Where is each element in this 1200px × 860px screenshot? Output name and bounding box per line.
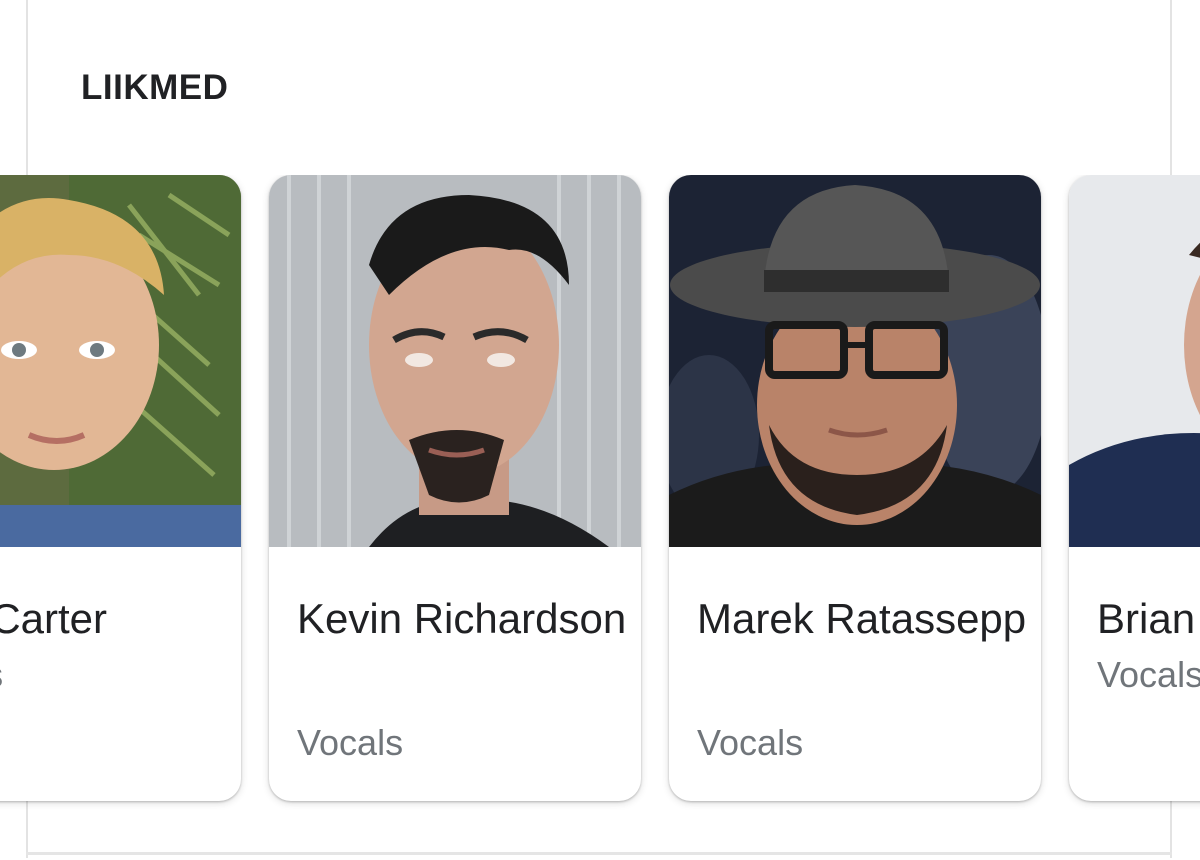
member-role: Vocals <box>1097 654 1200 695</box>
member-name: Nick Carter <box>0 595 108 642</box>
member-role: Vocals <box>0 653 3 697</box>
members-carousel[interactable]: Nick Carter Vocals <box>0 175 1200 815</box>
member-card-nick-carter[interactable]: Nick Carter Vocals <box>0 175 241 801</box>
member-card-brian[interactable]: Brian Vocals <box>1069 175 1200 801</box>
member-name: Marek Ratassepp <box>697 595 1027 642</box>
member-card-kevin-richardson[interactable]: Kevin Richardson Vocals <box>269 175 641 801</box>
member-card-marek-ratassepp[interactable]: Marek Ratassepp Vocals <box>669 175 1041 801</box>
section-title: LIIKMED <box>81 68 229 107</box>
member-name: Brian <box>1097 595 1196 642</box>
divider <box>26 852 1172 855</box>
member-photo <box>0 175 241 547</box>
member-photo <box>269 175 641 547</box>
member-role: Vocals <box>697 722 804 763</box>
member-name: Kevin Richardson <box>297 595 627 642</box>
member-role: Vocals <box>297 722 404 763</box>
member-photo <box>669 175 1041 547</box>
member-photo <box>1069 175 1200 547</box>
